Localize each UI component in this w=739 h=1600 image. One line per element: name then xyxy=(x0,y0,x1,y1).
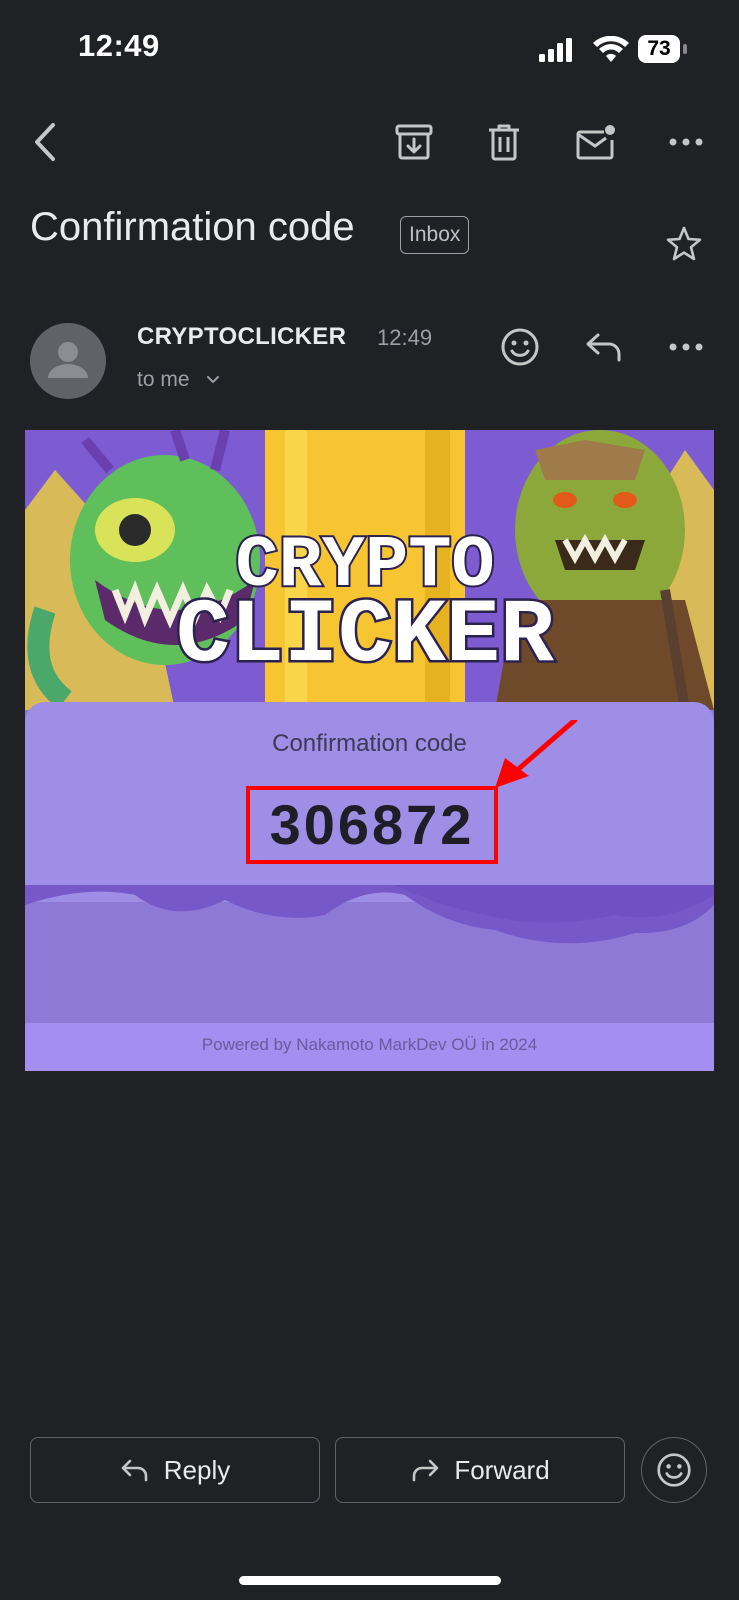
label-badge[interactable]: Inbox xyxy=(400,216,470,254)
reply-button[interactable] xyxy=(580,323,628,371)
wave-decoration xyxy=(25,885,714,944)
code-highlight-box: 306872 xyxy=(246,786,498,864)
sender-avatar[interactable] xyxy=(30,323,106,399)
confirmation-code[interactable]: 306872 xyxy=(250,790,494,860)
email-body: CRYPTO CLICKER Confirmation code 306872 … xyxy=(25,430,714,1071)
add-reaction-button[interactable] xyxy=(496,323,544,371)
wifi-icon xyxy=(593,36,629,62)
chevron-down-icon[interactable] xyxy=(205,372,221,388)
recipient-details[interactable]: to me xyxy=(137,368,190,392)
delete-button[interactable] xyxy=(480,118,528,166)
emoji-icon xyxy=(501,328,539,366)
star-button[interactable] xyxy=(662,222,706,266)
home-indicator[interactable] xyxy=(239,1576,501,1585)
email-footer: Powered by Nakamoto MarkDev OÜ in 2024 xyxy=(201,1035,538,1054)
archive-button[interactable] xyxy=(390,118,438,166)
cellular-signal-icon xyxy=(539,38,572,62)
person-icon xyxy=(48,342,88,378)
more-options-button[interactable] xyxy=(662,118,710,166)
banner-title-line2: CLICKER xyxy=(176,586,554,688)
star-icon xyxy=(666,226,702,261)
mail-unread-icon xyxy=(576,125,615,160)
chevron-left-icon xyxy=(35,123,55,161)
sender-name: CRYPTOCLICKER xyxy=(137,323,347,350)
battery-level: 73 xyxy=(638,35,680,63)
reply-icon xyxy=(586,333,621,362)
trash-icon xyxy=(489,124,519,161)
banner-image: CRYPTO CLICKER xyxy=(25,430,714,710)
status-time: 12:49 xyxy=(78,28,160,63)
email-time: 12:49 xyxy=(377,325,433,350)
reply-label: Reply xyxy=(163,1454,231,1485)
reply-icon xyxy=(121,1459,148,1482)
forward-action-button[interactable]: Forward xyxy=(335,1437,625,1503)
more-horizontal-icon xyxy=(669,138,703,146)
forward-icon xyxy=(413,1459,439,1482)
back-button[interactable] xyxy=(22,118,70,166)
email-subject: Confirmation code xyxy=(30,205,355,249)
battery-indicator: 73 xyxy=(638,35,688,65)
archive-icon xyxy=(395,124,433,160)
forward-label: Forward xyxy=(454,1454,550,1485)
mark-unread-button[interactable] xyxy=(572,118,620,166)
more-horizontal-icon xyxy=(669,343,703,351)
emoji-reaction-button[interactable] xyxy=(641,1437,707,1503)
arrow-annotation-icon xyxy=(495,720,578,788)
message-more-button[interactable] xyxy=(662,323,710,371)
reply-action-button[interactable]: Reply xyxy=(30,1437,320,1503)
emoji-icon xyxy=(657,1453,691,1487)
